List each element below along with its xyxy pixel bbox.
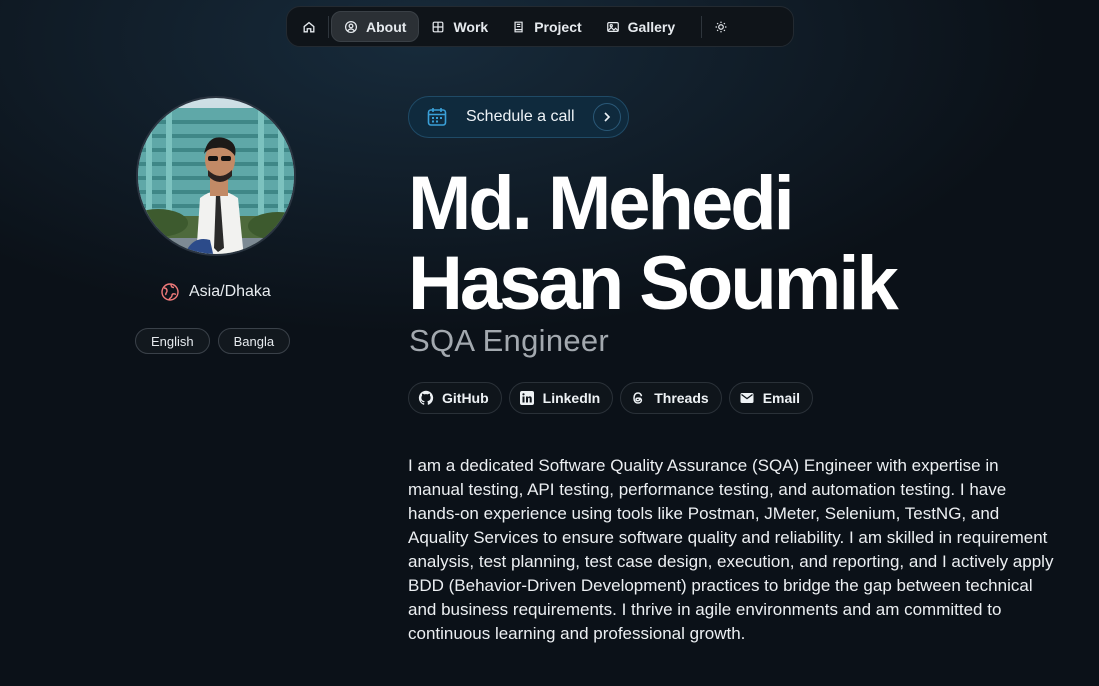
theme-toggle-button[interactable] <box>704 11 738 42</box>
nav-item-work[interactable]: Work <box>419 11 500 42</box>
grid-icon <box>433 21 444 32</box>
nav-item-gallery[interactable]: Gallery <box>594 11 687 42</box>
schedule-call-button[interactable]: Schedule a call <box>408 96 629 138</box>
email-link[interactable]: Email <box>728 382 814 414</box>
nav-item-label: About <box>366 18 407 35</box>
social-links: GitHub LinkedIn Threads Email <box>408 382 814 414</box>
threads-icon <box>633 392 643 404</box>
job-role: SQA Engineer <box>409 323 610 358</box>
name-line-2: Hasan Soumik <box>408 241 899 326</box>
github-link[interactable]: GitHub <box>408 382 502 414</box>
person-circle-icon <box>344 20 358 33</box>
sun-icon <box>715 21 727 32</box>
nav-item-label: Gallery <box>627 18 676 35</box>
social-label: Email <box>762 390 801 406</box>
top-navigation: About Work Project Gallery <box>286 6 794 47</box>
globe-icon <box>161 283 179 301</box>
nav-item-label: Project <box>534 18 582 35</box>
location-label: Asia/Dhaka <box>189 283 271 300</box>
nav-divider <box>328 15 329 38</box>
image-icon <box>606 21 619 32</box>
calendar-icon <box>426 106 448 128</box>
nav-item-label: Work <box>453 18 489 35</box>
social-label: GitHub <box>442 390 489 406</box>
bio-paragraph: I am a dedicated Software Quality Assura… <box>408 456 1054 643</box>
chevron-right-icon <box>593 103 621 131</box>
languages: English Bangla <box>135 328 291 354</box>
name-line-1: Md. Mehedi <box>408 161 795 246</box>
nav-item-project[interactable]: Project <box>500 11 593 42</box>
social-label: LinkedIn <box>542 390 601 406</box>
linkedin-link[interactable]: LinkedIn <box>508 382 614 414</box>
language-chip: English <box>135 328 210 354</box>
social-label: Threads <box>654 390 709 406</box>
nav-item-about[interactable]: About <box>331 11 420 42</box>
github-icon <box>418 390 434 405</box>
threads-link[interactable]: Threads <box>620 382 722 414</box>
page-title: Md. Mehedi Hasan Soumik <box>408 161 899 326</box>
mail-icon <box>740 393 754 403</box>
location: Asia/Dhaka <box>160 282 271 302</box>
home-icon <box>303 21 315 32</box>
profile-photo <box>136 96 296 256</box>
book-icon <box>514 21 523 32</box>
nav-home-button[interactable] <box>292 11 326 42</box>
linkedin-icon <box>519 391 534 405</box>
nav-divider <box>701 15 703 38</box>
schedule-call-label: Schedule a call <box>466 108 575 125</box>
profile-photo-image <box>138 98 294 254</box>
language-chip: Bangla <box>217 328 291 354</box>
